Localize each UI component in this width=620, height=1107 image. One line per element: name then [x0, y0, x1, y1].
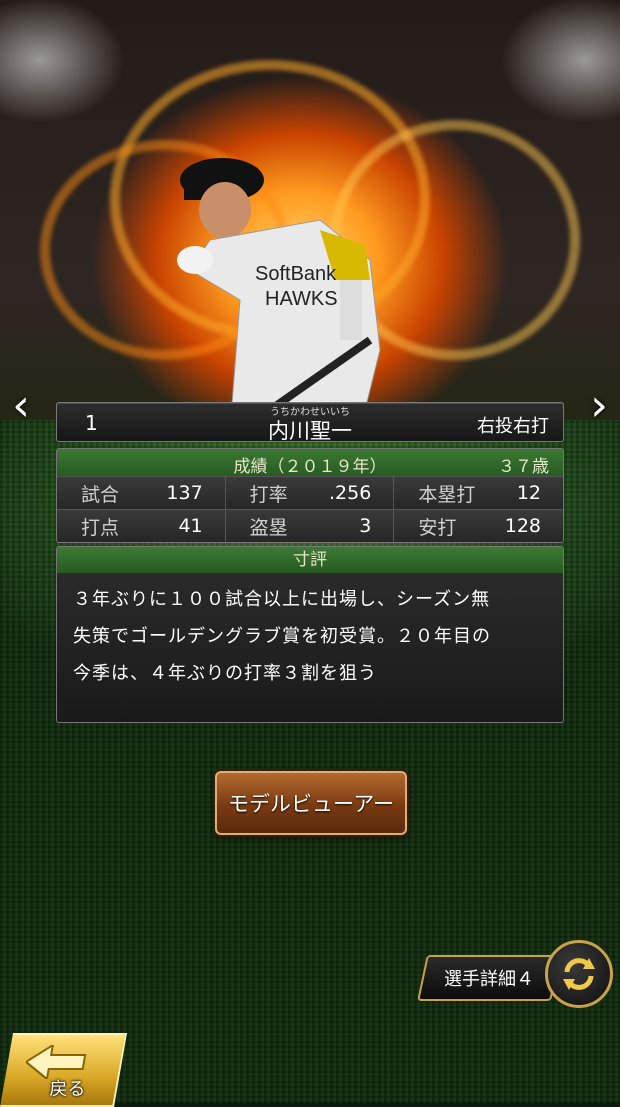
player-detail-button[interactable]: 選手詳細４ [417, 955, 561, 1001]
stat-label: 本塁打 [418, 483, 476, 506]
player-name-bar: 1 うちかわせいいち 内川聖一 右投右打 [56, 402, 564, 443]
stat-rbi: 打点 41 [57, 509, 226, 542]
stat-label: 安打 [418, 516, 457, 539]
stat-label: 盗塁 [249, 516, 288, 539]
player-detail-label: 選手詳細４ [444, 969, 534, 990]
comment-line: 失策でゴールデングラブ賞を初受賞。２０年目の [73, 626, 491, 647]
swap-icon [563, 958, 595, 990]
stat-average: 打率 .256 [225, 476, 395, 509]
stat-games: 試合 137 [57, 476, 226, 509]
back-arrow-icon [24, 1045, 87, 1079]
player-image: SoftBank HAWKS [177, 158, 381, 430]
svg-text:SoftBank: SoftBank [255, 263, 337, 285]
stat-label: 打点 [81, 516, 120, 539]
chevron-left-icon: ‹ [12, 379, 30, 431]
next-player-button[interactable]: › [584, 379, 614, 431]
stat-value: 137 [166, 482, 203, 504]
stat-value: 128 [504, 515, 541, 537]
model-viewer-label: モデルビューアー [228, 792, 394, 816]
svg-text:HAWKS: HAWKS [265, 288, 338, 310]
stats-title: 成績（２０１９年） [233, 457, 387, 477]
stats-grid: 試合 137 打率 .256 本塁打 12 打点 41 盗塁 3 安打 128 [57, 476, 563, 542]
stat-steals: 盗塁 3 [225, 509, 395, 542]
comment-line: 今季は、４年ぶりの打率３割を狙う [73, 663, 377, 684]
back-label: 戻る [49, 1079, 86, 1100]
back-button[interactable]: 戻る [0, 1033, 128, 1107]
stat-homeruns: 本塁打 12 [394, 476, 563, 509]
prev-player-button[interactable]: ‹ [6, 379, 36, 431]
stats-panel: 成績（２０１９年） ３７歳 試合 137 打率 .256 本塁打 12 打点 41 盗塁… [56, 448, 564, 543]
chevron-right-icon: › [590, 379, 608, 431]
stat-value: 3 [359, 515, 372, 537]
stat-value: 12 [516, 482, 541, 504]
comment-title: 寸評 [57, 547, 563, 573]
comment-body: ３年ぶりに１００試合以上に出場し、シーズン無 失策でゴールデングラブ賞を初受賞。… [57, 573, 563, 692]
model-viewer-button[interactable]: モデルビューアー [215, 771, 407, 835]
player-age: ３７歳 [498, 457, 549, 477]
comment-line: ３年ぶりに１００試合以上に出場し、シーズン無 [73, 589, 491, 610]
handedness: 右投右打 [477, 416, 549, 437]
stat-label: 打率 [249, 483, 288, 506]
stat-value: 41 [178, 515, 203, 537]
comment-panel: 寸評 ３年ぶりに１００試合以上に出場し、シーズン無 失策でゴールデングラブ賞を初… [56, 546, 564, 723]
stat-label: 試合 [81, 483, 120, 506]
stats-header: 成績（２０１９年） ３７歳 [57, 449, 563, 477]
swap-button[interactable] [545, 940, 613, 1008]
stat-hits: 安打 128 [394, 509, 563, 542]
stat-value: .256 [329, 482, 372, 504]
